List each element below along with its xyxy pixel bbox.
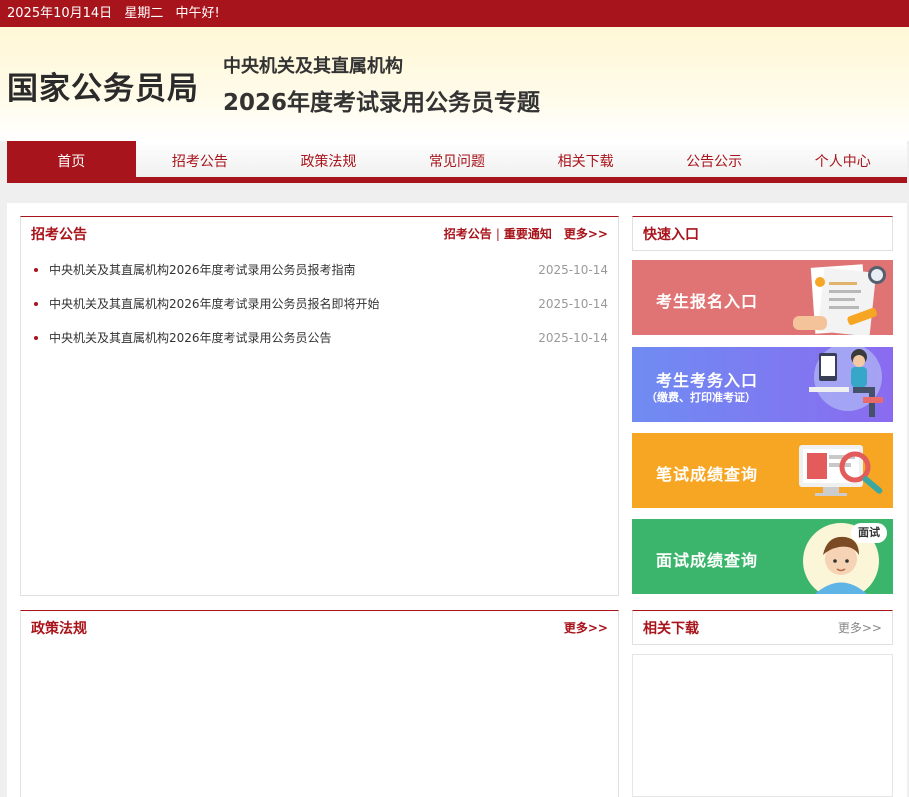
- news-title[interactable]: 中央机关及其直属机构2026年度考试录用公务员报名即将开始: [49, 297, 380, 311]
- written-score-query-card[interactable]: 笔试成绩查询: [632, 433, 893, 508]
- news-title[interactable]: 中央机关及其直属机构2026年度考试录用公务员公告: [49, 331, 332, 345]
- main-nav: 首页 招考公告 政策法规 常见问题 相关下载 公告公示 个人中心: [7, 141, 907, 183]
- downloads-more-link[interactable]: 更多>>: [838, 621, 882, 635]
- downloads-header: 相关下载 更多>>: [633, 611, 892, 645]
- announcements-header: 招考公告 招考公告 | 重要通知 更多>>: [21, 217, 618, 251]
- top-date-bar: 2025年10月14日 星期二 中午好!: [0, 0, 909, 27]
- policy-more-wrap: 更多>>: [552, 611, 608, 645]
- policy-title: 政策法规: [31, 621, 87, 637]
- tab-important-notices[interactable]: 重要通知: [504, 227, 552, 241]
- site-header: 国家公务员局 中央机关及其直属机构 2026年度考试录用公务员专题: [0, 27, 909, 141]
- policy-more-link[interactable]: 更多>>: [564, 621, 608, 635]
- list-item[interactable]: 中央机关及其直属机构2026年度考试录用公务员报考指南 2025-10-14: [31, 253, 608, 287]
- org-name: 国家公务员局: [7, 71, 199, 107]
- downloads-panel: 相关下载 更多>>: [632, 610, 893, 645]
- header-subtitle-line1: 中央机关及其直属机构: [223, 56, 403, 77]
- card-label: 考生报名入口: [656, 292, 759, 311]
- registration-form-icon: [793, 264, 886, 335]
- announcements-panel: 招考公告 招考公告 | 重要通知 更多>> 中央机关及其直属机构2026年度考试录用公…: [20, 216, 619, 596]
- nav-item-user-center[interactable]: 个人中心: [778, 141, 907, 183]
- interview-score-query-card[interactable]: 面试成绩查询 面试: [632, 519, 893, 594]
- announcements-more-link[interactable]: 更多>>: [564, 227, 608, 241]
- news-date: 2025-10-14: [538, 263, 608, 277]
- news-title[interactable]: 中央机关及其直属机构2026年度考试录用公务员报考指南: [49, 263, 356, 277]
- header-subtitle-line2: 2026年度考试录用公务员专题: [223, 90, 541, 116]
- announcements-list: 中央机关及其直属机构2026年度考试录用公务员报考指南 2025-10-14 中…: [21, 253, 618, 355]
- exam-affairs-entry-card[interactable]: 考生考务入口 （缴费、打印准考证）: [632, 347, 893, 422]
- downloads-title: 相关下载: [643, 621, 699, 637]
- policy-header: 政策法规 更多>>: [21, 611, 618, 645]
- card-label: 面试成绩查询: [656, 551, 759, 570]
- main-content: 招考公告 招考公告 | 重要通知 更多>> 中央机关及其直属机构2026年度考试录用公…: [7, 203, 907, 797]
- downloads-list-box: [632, 654, 893, 797]
- nav-item-notices[interactable]: 公告公示: [650, 141, 779, 183]
- card-label: 考生考务入口: [656, 371, 759, 390]
- announcements-tabs: 招考公告 | 重要通知 更多>>: [444, 217, 608, 251]
- news-date: 2025-10-14: [538, 297, 608, 311]
- tab-announcements[interactable]: 招考公告: [444, 227, 492, 241]
- card-label: 笔试成绩查询: [656, 465, 759, 484]
- student-at-desk-icon: [809, 347, 883, 417]
- downloads-more-wrap: 更多>>: [826, 611, 882, 645]
- date-text: 2025年10月14日: [7, 6, 113, 21]
- score-monitor-icon: [799, 445, 883, 496]
- policy-panel: 政策法规 更多>>: [20, 610, 619, 797]
- tab-separator: |: [495, 227, 500, 241]
- news-date: 2025-10-14: [538, 331, 608, 345]
- announcements-title: 招考公告: [31, 227, 87, 243]
- nav-item-policy[interactable]: 政策法规: [264, 141, 393, 183]
- registration-entry-card[interactable]: 考生报名入口: [632, 260, 893, 335]
- quick-entry-header: 快速入口: [633, 217, 892, 251]
- nav-item-announcements[interactable]: 招考公告: [136, 141, 265, 183]
- interview-badge: 面试: [851, 523, 887, 543]
- weekday-text: 星期二: [124, 6, 164, 21]
- nav-item-downloads[interactable]: 相关下载: [521, 141, 650, 183]
- list-item[interactable]: 中央机关及其直属机构2026年度考试录用公务员公告 2025-10-14: [31, 321, 608, 355]
- list-item[interactable]: 中央机关及其直属机构2026年度考试录用公务员报名即将开始 2025-10-14: [31, 287, 608, 321]
- nav-item-faq[interactable]: 常见问题: [393, 141, 522, 183]
- card-sublabel: （缴费、打印准考证）: [646, 391, 756, 404]
- quick-entry-panel: 快速入口: [632, 216, 893, 251]
- nav-item-home[interactable]: 首页: [7, 141, 136, 183]
- quick-entry-title: 快速入口: [643, 227, 699, 243]
- greeting-text: 中午好!: [175, 6, 220, 21]
